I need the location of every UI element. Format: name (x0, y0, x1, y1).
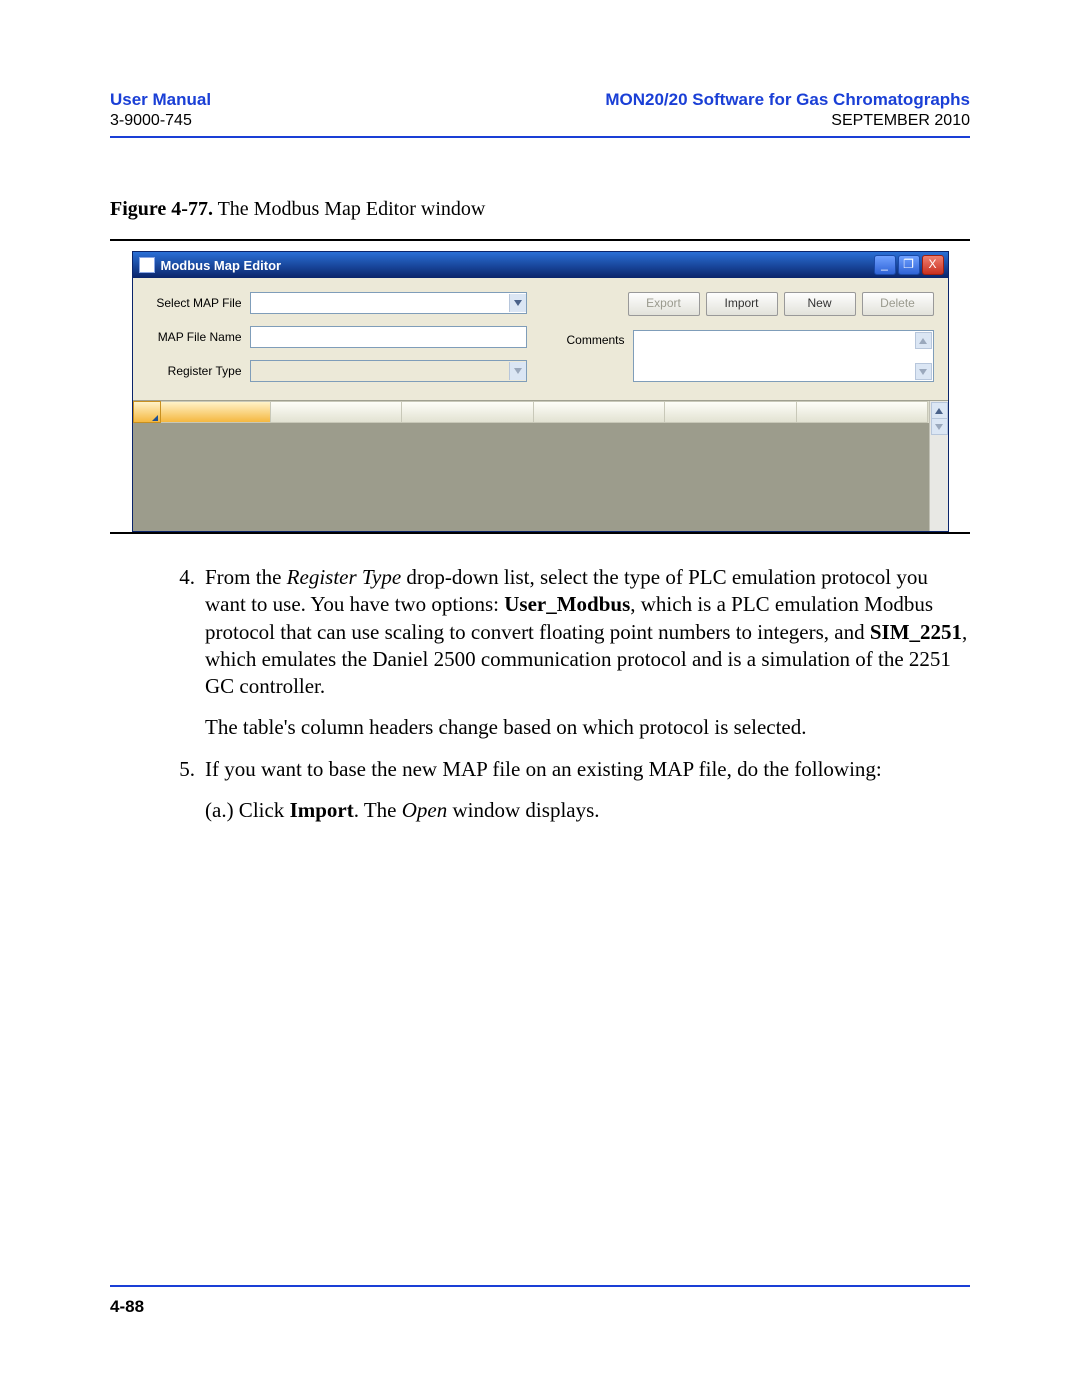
header-right-title: MON20/20 Software for Gas Chromatographs (605, 90, 970, 110)
scroll-up-icon[interactable] (915, 332, 932, 349)
grid-header-cell[interactable] (271, 401, 403, 423)
sub-list-item-a: (a.) Click Import. The Open window displ… (205, 797, 970, 824)
chevron-down-icon (509, 362, 526, 380)
strong: SIM_2251 (870, 620, 962, 644)
export-button[interactable]: Export (628, 292, 700, 316)
select-map-combo[interactable] (250, 292, 527, 314)
map-name-label: MAP File Name (147, 330, 250, 344)
grid-body (133, 401, 929, 531)
header-right-sub: SEPTEMBER 2010 (605, 112, 970, 130)
titlebar-left: Modbus Map Editor (139, 257, 282, 273)
comments-row: Comments (567, 330, 934, 382)
delete-button[interactable]: Delete (862, 292, 934, 316)
emphasis: Register Type (287, 565, 402, 589)
figure-caption-text: The Modbus Map Editor window (213, 198, 485, 220)
text: (a.) Click (205, 798, 290, 822)
titlebar[interactable]: Modbus Map Editor _ ❐ X (133, 252, 948, 278)
grid-header-cell[interactable] (161, 401, 271, 423)
window-buttons: _ ❐ X (874, 255, 944, 275)
body-text: 4. From the Register Type drop-down list… (110, 564, 970, 824)
select-map-label: Select MAP File (147, 296, 250, 310)
grid-header-row (133, 401, 929, 423)
window-title: Modbus Map Editor (161, 258, 282, 273)
grid-header-cell[interactable] (665, 401, 797, 423)
text: From the (205, 565, 287, 589)
import-button[interactable]: Import (706, 292, 778, 316)
list-number: 5. (110, 756, 205, 825)
header-right: MON20/20 Software for Gas Chromatographs… (605, 90, 970, 130)
toolbar-row: Export Import New Delete (567, 292, 934, 316)
text: If you want to base the new MAP file on … (205, 757, 882, 781)
paragraph: The table's column headers change based … (205, 714, 970, 741)
scroll-down-icon[interactable] (931, 418, 948, 435)
list-item-4: 4. From the Register Type drop-down list… (110, 564, 970, 742)
grid-row-selector[interactable] (133, 401, 161, 423)
form-right-column: Export Import New Delete Comments (567, 292, 934, 382)
form-left-column: Select MAP File MAP File Name (147, 292, 527, 382)
strong: User_Modbus (504, 592, 630, 616)
map-name-input[interactable] (250, 326, 527, 348)
close-button[interactable]: X (922, 255, 944, 275)
page-footer: 4-88 (110, 1277, 970, 1317)
form-area: Select MAP File MAP File Name (133, 278, 948, 400)
page-header: User Manual 3-9000-745 MON20/20 Software… (110, 90, 970, 130)
screenshot-rule-top (110, 239, 970, 241)
emphasis: Open (402, 798, 448, 822)
list-body: From the Register Type drop-down list, s… (205, 564, 970, 742)
data-grid (133, 400, 948, 531)
list-item-5: 5. If you want to base the new MAP file … (110, 756, 970, 825)
document-page: User Manual 3-9000-745 MON20/20 Software… (0, 0, 1080, 1397)
grid-vertical-scrollbar[interactable] (929, 401, 948, 531)
grid-header-cell[interactable] (402, 401, 534, 423)
strong: Import (290, 798, 354, 822)
app-icon (139, 257, 155, 273)
scroll-down-icon[interactable] (915, 363, 932, 380)
maximize-button[interactable]: ❐ (898, 255, 920, 275)
screenshot-rule-bottom (110, 532, 970, 534)
chevron-down-icon (509, 294, 526, 312)
modbus-map-editor-window: Modbus Map Editor _ ❐ X Select MAP File (132, 251, 949, 532)
header-rule (110, 136, 970, 138)
screenshot-wrapper: Modbus Map Editor _ ❐ X Select MAP File (110, 239, 970, 534)
page-number: 4-88 (110, 1297, 970, 1317)
list-number: 4. (110, 564, 205, 742)
register-type-label: Register Type (147, 364, 250, 378)
footer-rule (110, 1285, 970, 1287)
map-name-row: MAP File Name (147, 326, 527, 348)
comments-label: Comments (567, 330, 625, 382)
text: . The (354, 798, 402, 822)
grid-header-cell[interactable] (797, 401, 929, 423)
select-map-row: Select MAP File (147, 292, 527, 314)
new-button[interactable]: New (784, 292, 856, 316)
minimize-button[interactable]: _ (874, 255, 896, 275)
header-left-title: User Manual (110, 90, 211, 110)
register-type-row: Register Type (147, 360, 527, 382)
header-left: User Manual 3-9000-745 (110, 90, 211, 130)
list-body: If you want to base the new MAP file on … (205, 756, 970, 825)
figure-label: Figure 4-77. (110, 198, 213, 220)
grid-header-cell[interactable] (534, 401, 666, 423)
header-left-sub: 3-9000-745 (110, 112, 211, 130)
scroll-up-icon[interactable] (931, 402, 948, 419)
triangle-icon (152, 415, 158, 421)
figure-caption: Figure 4-77. The Modbus Map Editor windo… (110, 198, 970, 221)
comments-textarea[interactable] (633, 330, 934, 382)
text: window displays. (447, 798, 599, 822)
register-type-combo[interactable] (250, 360, 527, 382)
